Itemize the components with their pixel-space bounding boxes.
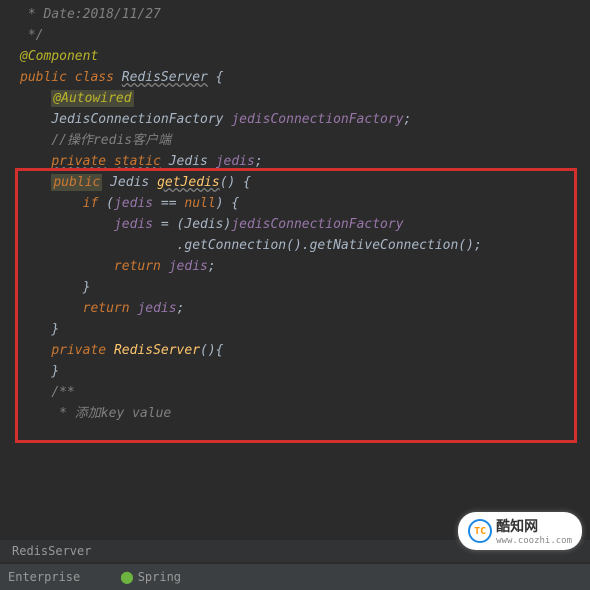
var-jedis: jedis xyxy=(169,259,208,274)
brace: } xyxy=(51,322,59,337)
brace: } xyxy=(51,364,59,379)
keyword-return: return xyxy=(83,301,138,316)
field-jedis: jedis xyxy=(216,154,255,169)
keyword-private: private xyxy=(51,343,114,358)
watermark-name: 酷知网 xyxy=(496,516,572,536)
comment-redis-client: //操作redis客户端 xyxy=(51,133,171,148)
keyword-if: if xyxy=(83,196,106,211)
type-jedisconnectionfactory: JedisConnectionFactory xyxy=(51,112,231,127)
var-jedis: jedis xyxy=(137,301,176,316)
keyword-static: static xyxy=(114,154,161,169)
keyword-private: private xyxy=(51,154,106,169)
var-jedis: jedis xyxy=(114,217,153,232)
annotation-at: @ xyxy=(20,49,28,64)
keyword-public: public xyxy=(51,174,102,191)
type-jedis: Jedis xyxy=(161,154,216,169)
field-jedisconnectionfactory: jedisConnectionFactory xyxy=(231,112,403,127)
comment: */ xyxy=(20,28,43,43)
status-enterprise[interactable]: Enterprise xyxy=(8,570,80,584)
watermark: TC 酷知网 www.coozhi.com xyxy=(458,512,582,550)
method-chain: .getConnection().getNativeConnection(); xyxy=(177,238,482,253)
annotation-autowired: @Autowired xyxy=(51,90,133,107)
status-bar: Enterprise ⬤Spring xyxy=(0,564,590,590)
watermark-url: www.coozhi.com xyxy=(496,536,572,546)
annotation-component: Component xyxy=(28,49,98,64)
var-jedisconnectionfactory: jedisConnectionFactory xyxy=(231,217,403,232)
keyword-public: public xyxy=(20,70,75,85)
keyword-return: return xyxy=(114,259,169,274)
spring-icon: ⬤ xyxy=(120,570,133,584)
var-jedis: jedis xyxy=(114,196,153,211)
method-getjedis: getJedis xyxy=(157,175,220,190)
keyword-class: class xyxy=(75,70,122,85)
brace: { xyxy=(208,70,224,85)
code-editor[interactable]: * Date:2018/11/27 */ @Component public c… xyxy=(0,0,590,428)
constructor-redisserver: RedisServer xyxy=(114,343,200,358)
javadoc-line: * 添加key value xyxy=(59,406,171,421)
keyword-null: null xyxy=(184,196,215,211)
class-redisserver: RedisServer xyxy=(122,70,208,85)
breadcrumb-class[interactable]: RedisServer xyxy=(12,544,91,558)
type-jedis: Jedis xyxy=(102,175,157,190)
status-spring[interactable]: ⬤Spring xyxy=(120,570,181,584)
watermark-logo-icon: TC xyxy=(468,519,492,543)
comment: * Date:2018/11/27 xyxy=(20,7,161,22)
javadoc-start: /** xyxy=(51,385,74,400)
brace: } xyxy=(83,280,91,295)
